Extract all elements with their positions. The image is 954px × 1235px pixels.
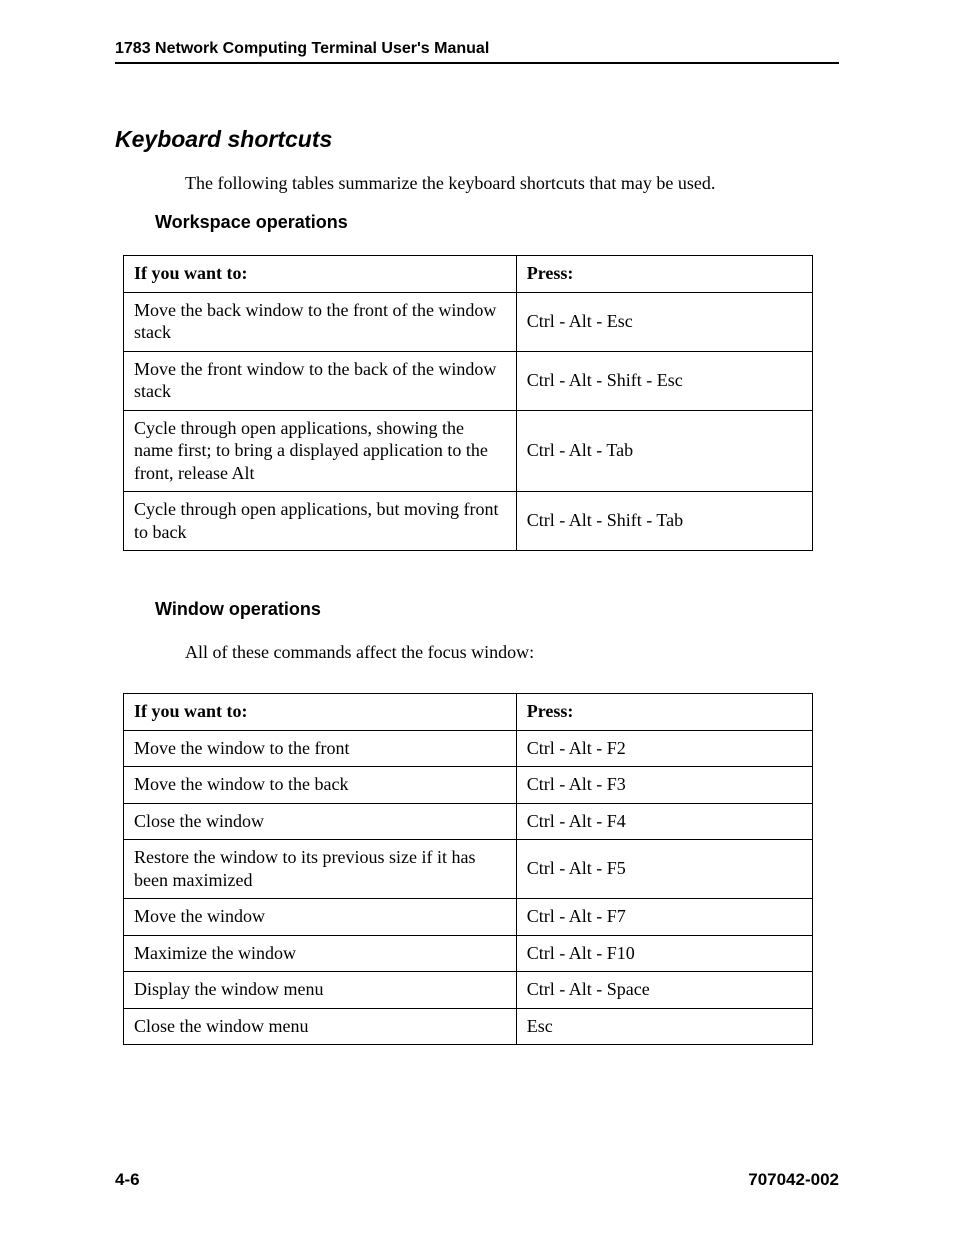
table-row: Maximize the windowCtrl - Alt - F10 bbox=[124, 935, 813, 972]
cell-action: Move the window bbox=[124, 899, 517, 936]
cell-press: Ctrl - Alt - Space bbox=[516, 972, 812, 1009]
cell-action: Restore the window to its previous size … bbox=[124, 840, 517, 899]
table-row: Move the window to the backCtrl - Alt - … bbox=[124, 767, 813, 804]
cell-press: Ctrl - Alt - Shift - Esc bbox=[516, 351, 812, 410]
table-row: Move the back window to the front of the… bbox=[124, 292, 813, 351]
cell-action: Move the front window to the back of the… bbox=[124, 351, 517, 410]
cell-press: Ctrl - Alt - F7 bbox=[516, 899, 812, 936]
cell-action: Maximize the window bbox=[124, 935, 517, 972]
workspace-ops-title: Workspace operations bbox=[155, 212, 839, 233]
table-row: Move the window to the frontCtrl - Alt -… bbox=[124, 730, 813, 767]
cell-action: Move the window to the back bbox=[124, 767, 517, 804]
cell-press: Ctrl - Alt - Tab bbox=[516, 410, 812, 492]
cell-press: Ctrl - Alt - Esc bbox=[516, 292, 812, 351]
table-row: Display the window menuCtrl - Alt - Spac… bbox=[124, 972, 813, 1009]
cell-press: Ctrl - Alt - F3 bbox=[516, 767, 812, 804]
cell-action: Close the window menu bbox=[124, 1008, 517, 1045]
section-intro: The following tables summarize the keybo… bbox=[185, 173, 839, 194]
cell-press: Ctrl - Alt - Shift - Tab bbox=[516, 492, 812, 551]
page-footer: 4-6 707042-002 bbox=[115, 1170, 839, 1190]
table-row: Close the windowCtrl - Alt - F4 bbox=[124, 803, 813, 840]
cell-action: Move the window to the front bbox=[124, 730, 517, 767]
table-row: Close the window menuEsc bbox=[124, 1008, 813, 1045]
col-header-action: If you want to: bbox=[124, 256, 517, 293]
cell-action: Cycle through open applications, but mov… bbox=[124, 492, 517, 551]
cell-action: Display the window menu bbox=[124, 972, 517, 1009]
window-ops-intro: All of these commands affect the focus w… bbox=[185, 642, 839, 663]
col-header-press: Press: bbox=[516, 256, 812, 293]
col-header-press: Press: bbox=[516, 694, 812, 731]
cell-press: Ctrl - Alt - F10 bbox=[516, 935, 812, 972]
window-ops-table: If you want to: Press: Move the window t… bbox=[123, 693, 813, 1045]
cell-press: Ctrl - Alt - F4 bbox=[516, 803, 812, 840]
footer-doc-number: 707042-002 bbox=[748, 1170, 839, 1190]
section-title: Keyboard shortcuts bbox=[115, 126, 839, 153]
cell-action: Cycle through open applications, showing… bbox=[124, 410, 517, 492]
cell-press: Ctrl - Alt - F2 bbox=[516, 730, 812, 767]
cell-press: Esc bbox=[516, 1008, 812, 1045]
cell-press: Ctrl - Alt - F5 bbox=[516, 840, 812, 899]
footer-page-number: 4-6 bbox=[115, 1170, 140, 1190]
window-ops-title: Window operations bbox=[155, 599, 839, 620]
table-header-row: If you want to: Press: bbox=[124, 256, 813, 293]
table-row: Move the front window to the back of the… bbox=[124, 351, 813, 410]
cell-action: Close the window bbox=[124, 803, 517, 840]
table-row: Move the windowCtrl - Alt - F7 bbox=[124, 899, 813, 936]
col-header-action: If you want to: bbox=[124, 694, 517, 731]
cell-action: Move the back window to the front of the… bbox=[124, 292, 517, 351]
table-header-row: If you want to: Press: bbox=[124, 694, 813, 731]
workspace-ops-table: If you want to: Press: Move the back win… bbox=[123, 255, 813, 551]
running-header: 1783 Network Computing Terminal User's M… bbox=[115, 40, 839, 64]
table-row: Restore the window to its previous size … bbox=[124, 840, 813, 899]
table-row: Cycle through open applications, showing… bbox=[124, 410, 813, 492]
table-row: Cycle through open applications, but mov… bbox=[124, 492, 813, 551]
